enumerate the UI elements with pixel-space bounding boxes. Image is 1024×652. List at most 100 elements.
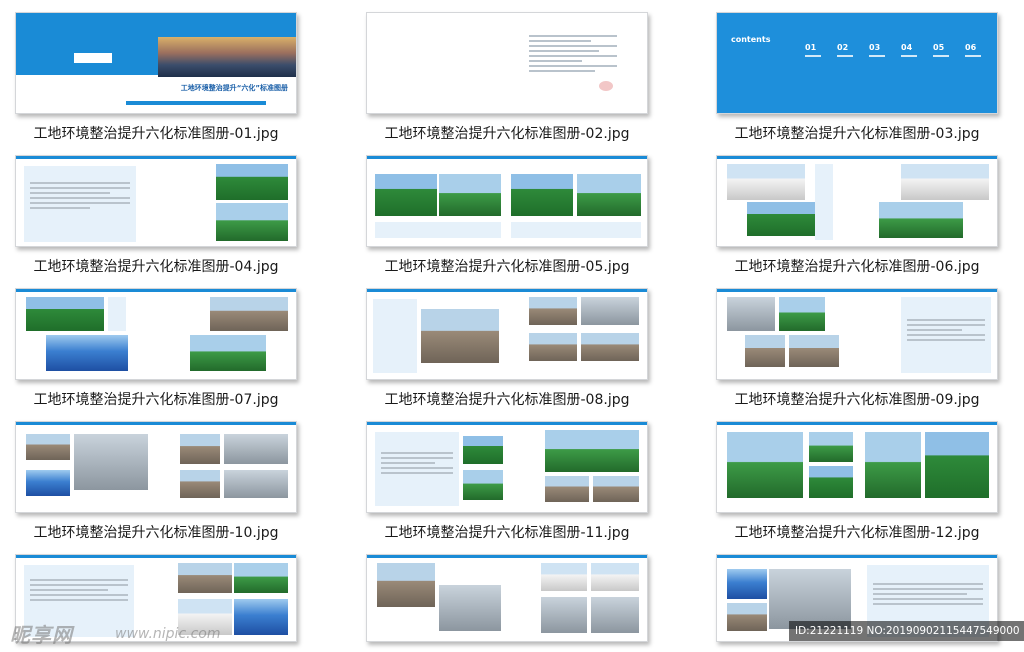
thumbnail-caption[interactable]: 工地环境整治提升六化标准图册-09.jpg <box>716 389 998 409</box>
contents-heading: contents <box>731 35 771 44</box>
contents-number: 01 <box>805 43 817 52</box>
text-panel <box>373 299 417 373</box>
thumbnail-image[interactable] <box>366 288 648 380</box>
site-photo <box>865 432 921 498</box>
caption-panel <box>511 222 641 238</box>
site-photo <box>545 430 639 472</box>
site-photo <box>439 174 501 216</box>
thumbnail-image[interactable] <box>366 12 648 114</box>
site-photo <box>545 476 589 502</box>
watermark-logo: 昵享网 <box>10 623 73 647</box>
thumbnail-caption[interactable]: 工地环境整治提升六化标准图册-02.jpg <box>366 123 648 143</box>
site-photo <box>216 203 288 241</box>
page-top-bar <box>367 422 647 425</box>
site-photo <box>421 309 499 363</box>
site-photo <box>178 563 232 593</box>
thumbnail-image[interactable] <box>366 155 648 247</box>
body-text <box>30 579 128 604</box>
site-photo <box>26 434 70 460</box>
thumbnail-image[interactable] <box>366 421 648 513</box>
site-photo <box>577 174 641 216</box>
contents-divider <box>965 55 981 57</box>
site-photo <box>727 164 805 200</box>
site-photo <box>26 297 104 331</box>
site-photo <box>901 164 989 200</box>
page-top-bar <box>16 156 296 159</box>
preface-text <box>529 35 617 75</box>
site-photo <box>727 569 767 599</box>
site-photo <box>180 434 220 464</box>
cover-logo <box>74 53 112 63</box>
body-text <box>873 583 983 608</box>
page-top-bar <box>16 289 296 292</box>
thumbnail-image[interactable] <box>716 155 998 247</box>
contents-divider <box>837 55 853 57</box>
thumbnail-image[interactable] <box>15 421 297 513</box>
thumbnail-image[interactable] <box>716 421 998 513</box>
page-top-bar <box>717 555 997 558</box>
contents-divider <box>805 55 821 57</box>
site-photo <box>529 297 577 325</box>
page-top-bar <box>717 289 997 292</box>
site-photo <box>234 563 288 593</box>
site-photo <box>511 174 573 216</box>
body-text <box>381 452 453 477</box>
contents-number: 04 <box>901 43 913 52</box>
thumbnail-image[interactable] <box>15 155 297 247</box>
thumbnail-caption[interactable]: 工地环境整治提升六化标准图册-05.jpg <box>366 256 648 276</box>
contents-divider <box>869 55 885 57</box>
thumbnail-caption[interactable]: 工地环境整治提升六化标准图册-06.jpg <box>716 256 998 276</box>
cover-title: 工地环境整治提升“六化”标准图册 <box>180 84 288 92</box>
site-photo <box>46 335 128 371</box>
thumbnail-image[interactable]: contents 01 02 03 04 05 06 <box>716 12 998 114</box>
site-photo <box>593 476 639 502</box>
site-photo <box>779 297 825 331</box>
cover-subtitle-bar <box>126 101 266 105</box>
site-photo <box>541 563 587 591</box>
site-photo <box>463 470 503 500</box>
contents-number: 05 <box>933 43 945 52</box>
thumbnail-caption[interactable]: 工地环境整治提升六化标准图册-08.jpg <box>366 389 648 409</box>
site-photo <box>747 202 815 236</box>
site-photo <box>224 470 288 498</box>
site-photo <box>727 297 775 331</box>
site-photo <box>180 470 220 498</box>
site-photo <box>26 470 70 496</box>
contents-divider <box>933 55 949 57</box>
thumbnail-caption[interactable]: 工地环境整治提升六化标准图册-11.jpg <box>366 522 648 542</box>
cover-city-photo <box>158 37 296 77</box>
thumbnail-caption[interactable]: 工地环境整治提升六化标准图册-04.jpg <box>15 256 297 276</box>
site-photo <box>377 563 435 607</box>
text-panel <box>815 164 833 240</box>
site-photo <box>591 563 639 591</box>
site-photo <box>529 333 577 361</box>
thumbnail-image[interactable] <box>716 288 998 380</box>
site-photo <box>541 597 587 633</box>
page-top-bar <box>16 555 296 558</box>
body-text <box>907 319 985 344</box>
thumbnail-caption[interactable]: 工地环境整治提升六化标准图册-03.jpg <box>716 123 998 143</box>
site-photo <box>769 569 851 629</box>
contents-number: 03 <box>869 43 881 52</box>
thumbnail-image[interactable]: 工地环境整治提升“六化”标准图册 <box>15 12 297 114</box>
site-photo <box>789 335 839 367</box>
site-photo <box>375 174 437 216</box>
site-photo <box>809 466 853 498</box>
thumbnail-caption[interactable]: 工地环境整治提升六化标准图册-07.jpg <box>15 389 297 409</box>
site-photo <box>210 297 288 331</box>
contents-number: 06 <box>965 43 977 52</box>
thumbnail-image[interactable] <box>366 554 648 642</box>
contents-background <box>717 13 997 113</box>
contents-divider <box>901 55 917 57</box>
page-top-bar <box>367 156 647 159</box>
site-photo <box>234 599 288 635</box>
preface-stamp <box>599 81 613 91</box>
thumbnail-caption[interactable]: 工地环境整治提升六化标准图册-10.jpg <box>15 522 297 542</box>
page-top-bar <box>717 422 997 425</box>
page-top-bar <box>717 156 997 159</box>
thumbnail-caption[interactable]: 工地环境整治提升六化标准图册-01.jpg <box>15 123 297 143</box>
site-photo <box>727 603 767 631</box>
thumbnail-caption[interactable]: 工地环境整治提升六化标准图册-12.jpg <box>716 522 998 542</box>
thumbnail-image[interactable] <box>15 288 297 380</box>
site-photo <box>809 432 853 462</box>
